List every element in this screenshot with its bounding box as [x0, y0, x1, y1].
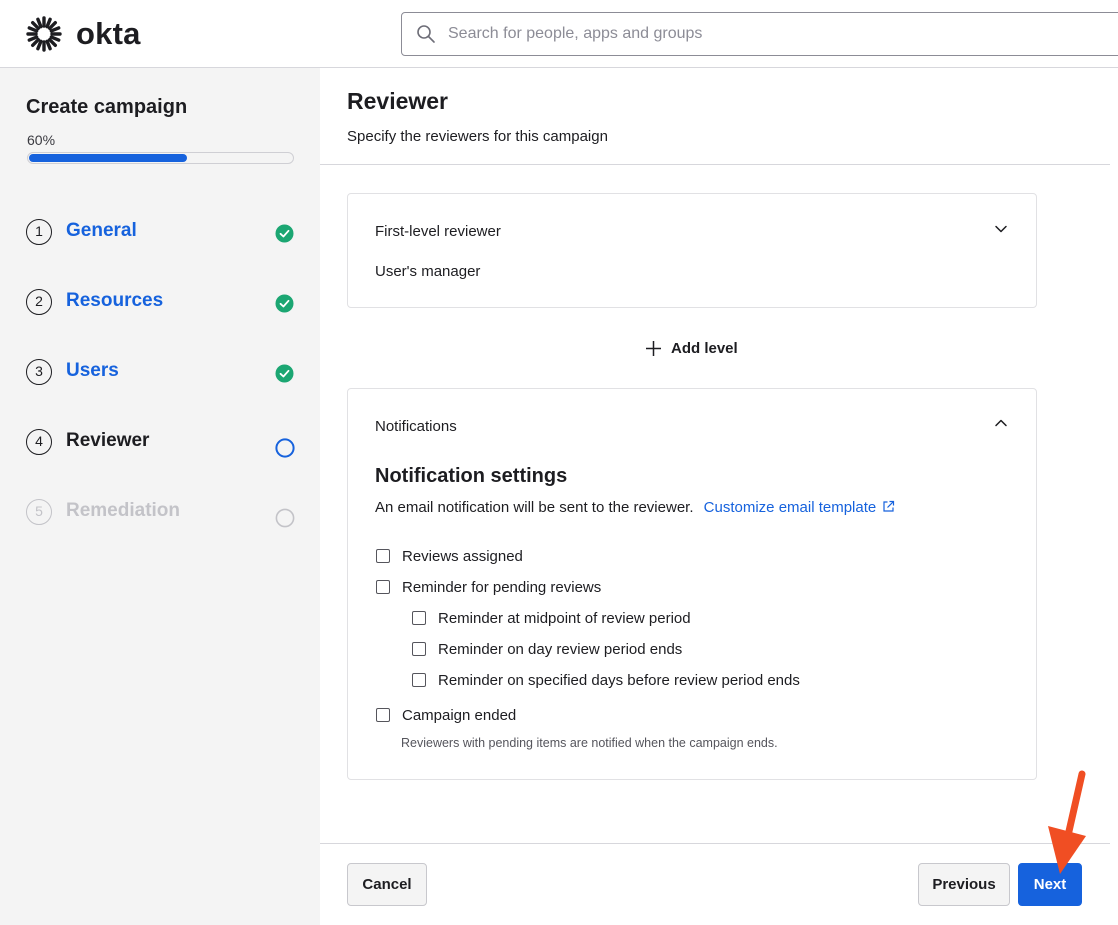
step-users[interactable]: 3 Users	[26, 357, 306, 387]
campaign-sidebar: Create campaign 60% 1 General 2 Resource…	[0, 68, 320, 925]
cancel-button[interactable]: Cancel	[347, 863, 427, 906]
step-number: 1	[26, 219, 52, 245]
checkbox[interactable]	[412, 642, 426, 656]
page-subtitle: Specify the reviewers for this campaign	[347, 128, 608, 145]
notification-description: An email notification will be sent to th…	[375, 499, 895, 516]
checkbox[interactable]	[412, 673, 426, 687]
top-bar: okta	[0, 0, 1118, 68]
checkbox-reminder-midpoint[interactable]: Reminder at midpoint of review period	[412, 608, 691, 628]
wizard-footer: Cancel Previous Next	[320, 843, 1110, 925]
notification-description-text: An email notification will be sent to th…	[375, 499, 694, 516]
first-level-reviewer-card: First-level reviewer User's manager	[347, 193, 1037, 308]
checkbox[interactable]	[376, 549, 390, 563]
reviewer-value: User's manager	[375, 263, 481, 280]
step-general[interactable]: 1 General	[26, 217, 306, 247]
chevron-up-icon[interactable]	[994, 416, 1008, 430]
progress-bar-fill	[29, 154, 187, 162]
logo-text: okta	[76, 16, 141, 51]
step-label: Remediation	[66, 500, 181, 521]
step-number: 5	[26, 499, 52, 525]
plus-icon	[646, 340, 661, 356]
step-number: 4	[26, 429, 52, 455]
page-title: Reviewer	[347, 88, 449, 114]
checkbox-reviews-assigned[interactable]: Reviews assigned	[376, 546, 523, 566]
checkbox-reminder-pending-reviews[interactable]: Reminder for pending reviews	[376, 577, 601, 597]
progress-bar	[27, 152, 294, 164]
next-button[interactable]: Next	[1018, 863, 1082, 906]
notification-settings-heading: Notification settings	[375, 465, 568, 487]
okta-sunburst-icon	[26, 16, 62, 52]
checkbox-label: Reminder for pending reviews	[402, 578, 602, 596]
checkbox-reminder-day-ends[interactable]: Reminder on day review period ends	[412, 639, 682, 659]
checkbox[interactable]	[412, 611, 426, 625]
step-label: Reviewer	[66, 430, 150, 451]
checkbox[interactable]	[376, 708, 390, 722]
checkbox-label: Reviews assigned	[402, 547, 523, 565]
step-label: General	[66, 220, 137, 241]
step-label: Users	[66, 360, 119, 381]
step-label: Resources	[66, 290, 164, 311]
check-circle-icon	[275, 364, 294, 383]
chevron-down-icon[interactable]	[994, 222, 1008, 236]
checkbox-label: Campaign ended	[402, 706, 517, 724]
check-circle-icon	[275, 294, 294, 313]
checkbox-reminder-specified-days[interactable]: Reminder on specified days before review…	[412, 670, 800, 690]
step-number: 2	[26, 289, 52, 315]
step-reviewer[interactable]: 4 Reviewer	[26, 427, 306, 458]
progress-percent: 60%	[27, 132, 56, 148]
checkbox-campaign-ended[interactable]: Campaign ended	[376, 705, 516, 725]
global-search[interactable]	[401, 12, 1118, 56]
step-resources[interactable]: 2 Resources	[26, 287, 306, 317]
empty-circle-icon	[275, 508, 295, 528]
checkbox-label: Reminder on specified days before review…	[438, 671, 800, 689]
previous-button[interactable]: Previous	[918, 863, 1010, 906]
okta-logo[interactable]: okta	[26, 16, 141, 52]
notifications-label: Notifications	[375, 418, 457, 435]
current-step-circle-icon	[275, 438, 295, 458]
sidebar-title: Create campaign	[26, 96, 188, 118]
external-link-icon	[883, 500, 895, 512]
checkbox-label: Reminder on day review period ends	[438, 640, 683, 658]
search-input[interactable]	[448, 25, 1048, 43]
page-header: Reviewer Specify the reviewers for this …	[320, 68, 1110, 165]
customize-email-template-link[interactable]: Customize email template	[704, 499, 896, 516]
step-number: 3	[26, 359, 52, 385]
checkbox[interactable]	[376, 580, 390, 594]
add-level-button[interactable]: Add level	[645, 337, 738, 359]
notifications-card: Notifications Notification settings An e…	[347, 388, 1037, 780]
step-remediation[interactable]: 5 Remediation	[26, 497, 306, 528]
campaign-ended-hint: Reviewers with pending items are notifie…	[401, 736, 778, 750]
checkbox-label: Reminder at midpoint of review period	[438, 609, 691, 627]
search-icon	[417, 25, 435, 43]
reviewer-level-label: First-level reviewer	[375, 223, 501, 240]
check-circle-icon	[275, 224, 294, 243]
add-level-label: Add level	[671, 339, 738, 357]
customize-email-template-label: Customize email template	[703, 499, 877, 516]
